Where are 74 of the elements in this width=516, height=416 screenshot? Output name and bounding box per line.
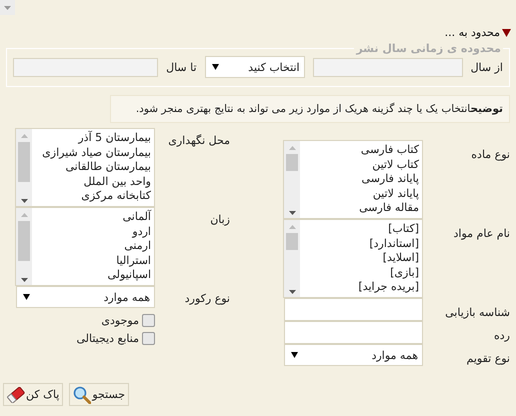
list-box[interactable]: آلمانی اردو ارمنی استرالیا اسپانیولی	[15, 207, 155, 286]
collapse-button[interactable]	[0, 0, 15, 15]
list-option[interactable]: پایاند فارسی	[300, 172, 419, 186]
caret-icon	[212, 64, 219, 70]
search-icon	[73, 386, 92, 404]
field-label: زبان	[210, 213, 230, 226]
input-field[interactable]	[13, 58, 158, 76]
up-arrow-icon	[20, 134, 28, 138]
field-label: محل نگهداری	[168, 134, 230, 147]
eraser-icon	[7, 386, 25, 402]
search-button[interactable]: جستجو	[69, 383, 130, 406]
up-arrow-icon	[20, 213, 28, 217]
panel-legend: محدوده ی زمانی سال نشر	[354, 42, 503, 55]
up-arrow-icon	[288, 146, 296, 150]
list-option[interactable]: واحد بین الملل	[32, 174, 151, 189]
checkbox-label: منابع دیجیتالی	[76, 332, 139, 344]
scrollbar[interactable]	[16, 208, 32, 285]
scrollbar-thumb[interactable]	[286, 233, 298, 250]
list-option[interactable]: بیمارستان طالقانی	[32, 160, 151, 174]
checkbox[interactable]	[142, 332, 155, 344]
list-box[interactable]: [کتاب] [استاندارد] [اسلاید] [بازی] [بریده جراید]	[283, 219, 423, 298]
down-arrow-icon	[288, 211, 296, 215]
scrollbar[interactable]	[16, 129, 32, 206]
list-option[interactable]: [بازی]	[300, 266, 419, 280]
up-arrow-icon	[288, 225, 296, 229]
field-label: نام عام مواد	[454, 227, 510, 240]
down-arrow-icon	[288, 290, 296, 294]
scrollbar-thumb[interactable]	[18, 221, 30, 261]
section-toggle[interactable]: محدود به ...	[444, 26, 511, 39]
list-option[interactable]: [کتاب]	[300, 222, 419, 236]
input-field[interactable]	[284, 298, 423, 321]
input-field[interactable]	[284, 321, 423, 344]
checkbox[interactable]	[142, 314, 155, 326]
list-option[interactable]: [استاندارد]	[300, 236, 419, 251]
field-label: شناسه بازیابی	[445, 306, 510, 319]
list-option[interactable]: کتابخانه مرکزی	[32, 189, 151, 204]
list-option[interactable]: کتاب فارسی	[300, 143, 419, 158]
list-option[interactable]: پایاند لاتین	[300, 186, 419, 201]
list-option[interactable]: ارمنی	[32, 239, 151, 254]
dropdown[interactable]: همه موارد	[16, 286, 155, 308]
list-option[interactable]: [اسلاید]	[300, 251, 419, 266]
list-option[interactable]: بیمارستان 5 آذر	[32, 131, 151, 146]
input-field[interactable]	[312, 58, 463, 76]
dropdown[interactable]: انتخاب کنید	[204, 56, 305, 78]
list-box[interactable]: کتاب فارسی کتاب لاتین پایاند فارسی پایاند لاتین مقاله فارسی	[283, 140, 423, 219]
scrollbar-thumb[interactable]	[286, 154, 298, 171]
list-option[interactable]: [بریده جراید]	[300, 280, 419, 294]
clear-button[interactable]: پاک کن	[3, 383, 64, 406]
field-label: نوع تقویم	[466, 352, 510, 365]
caret-icon	[4, 6, 11, 10]
caret-icon	[291, 352, 298, 358]
list-option[interactable]: استرالیا	[32, 254, 151, 268]
hint-text: توضیحانتخاب یک یا چند گزینه هریک از موارد زیر می تواند به نتایج بهتری منجر شود.	[110, 95, 510, 123]
field-label: تا سال	[166, 60, 197, 74]
list-option[interactable]: بیمارستان صیاد شیرازی	[32, 146, 151, 160]
triangle-icon	[502, 28, 511, 37]
caret-icon	[23, 294, 30, 300]
list-option[interactable]: آلمانی	[32, 210, 151, 224]
down-arrow-icon	[20, 199, 28, 203]
scrollbar-thumb[interactable]	[18, 142, 30, 182]
scrollbar[interactable]	[284, 141, 300, 218]
scrollbar[interactable]	[284, 220, 300, 297]
field-label: رده	[494, 329, 510, 342]
list-option[interactable]: اردو	[32, 224, 151, 239]
checkbox-label: موجودی	[101, 314, 139, 326]
dropdown[interactable]: همه موارد	[284, 344, 423, 366]
down-arrow-icon	[20, 278, 28, 282]
list-option[interactable]: اسپانیولی	[32, 268, 151, 282]
list-option[interactable]: مقاله فارسی	[300, 201, 419, 216]
field-label: نوع ماده	[471, 148, 510, 161]
list-box[interactable]: بیمارستان 5 آذر بیمارستان صیاد شیرازی بیمارستان طالقانی واحد بین الملل کتابخانه مرکزی	[15, 128, 155, 207]
field-label: از سال	[470, 60, 503, 74]
list-option[interactable]: کتاب لاتین	[300, 158, 419, 172]
field-label: نوع رکورد	[184, 292, 230, 305]
